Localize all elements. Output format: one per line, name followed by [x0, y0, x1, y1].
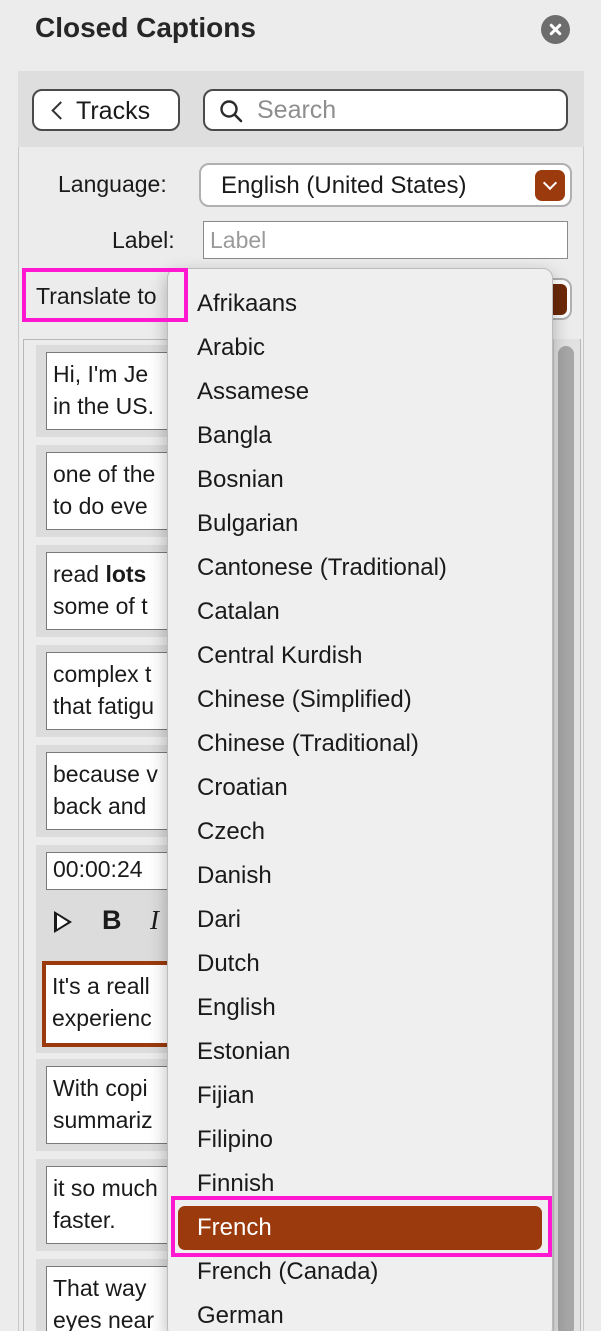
- caption-row[interactable]: Hi, I'm Je in the US.: [36, 345, 246, 437]
- language-option-chinese-traditional[interactable]: Chinese (Traditional): [168, 722, 552, 766]
- search-input[interactable]: [257, 95, 557, 125]
- language-value: English (United States): [221, 172, 467, 199]
- language-option-catalan[interactable]: Catalan: [168, 590, 552, 634]
- caption-time-row[interactable]: 00:00:24 B I: [36, 845, 246, 957]
- caption-row[interactable]: because v back and: [36, 745, 246, 837]
- language-option-dari[interactable]: Dari: [168, 898, 552, 942]
- language-option-afrikaans[interactable]: Afrikaans: [168, 282, 552, 326]
- language-option-arabic[interactable]: Arabic: [168, 326, 552, 370]
- translate-label-highlight: [22, 268, 188, 322]
- caption-row[interactable]: That way eyes near: [36, 1259, 246, 1331]
- language-option-croatian[interactable]: Croatian: [168, 766, 552, 810]
- language-option-bosnian[interactable]: Bosnian: [168, 458, 552, 502]
- language-option-filipino[interactable]: Filipino: [168, 1118, 552, 1162]
- language-option-cantonese-traditional[interactable]: Cantonese (Traditional): [168, 546, 552, 590]
- scrollbar-thumb[interactable]: [558, 346, 574, 1331]
- tracks-button-label: Tracks: [76, 97, 151, 125]
- caption-row[interactable]: one of the to do eve: [36, 445, 246, 537]
- language-option-czech[interactable]: Czech: [168, 810, 552, 854]
- search-icon: [220, 100, 243, 123]
- caption-row[interactable]: read lots some of t: [36, 545, 246, 637]
- language-option-estonian[interactable]: Estonian: [168, 1030, 552, 1074]
- language-option-fijian[interactable]: Fijian: [168, 1074, 552, 1118]
- italic-button[interactable]: I: [150, 905, 159, 936]
- language-option-english[interactable]: English: [168, 986, 552, 1030]
- caption-plain-text: read: [53, 561, 106, 587]
- caption-row[interactable]: complex t that fatigu: [36, 645, 246, 737]
- search-box[interactable]: [203, 89, 568, 131]
- language-option-central-kurdish[interactable]: Central Kurdish: [168, 634, 552, 678]
- caption-row[interactable]: With copi summariz: [36, 1059, 246, 1151]
- bold-button[interactable]: B: [102, 905, 122, 936]
- language-option-danish[interactable]: Danish: [168, 854, 552, 898]
- label-field[interactable]: [203, 221, 568, 259]
- chevron-left-icon: [51, 101, 70, 120]
- caption-bold-text: lots: [105, 561, 147, 587]
- caption-row[interactable]: it so much faster.: [36, 1159, 246, 1251]
- language-select[interactable]: English (United States): [199, 163, 572, 207]
- language-option-german[interactable]: German: [168, 1294, 552, 1331]
- language-option-assamese[interactable]: Assamese: [168, 370, 552, 414]
- play-icon[interactable]: [54, 911, 72, 933]
- language-option-bangla[interactable]: Bangla: [168, 414, 552, 458]
- language-option-chinese-simplified[interactable]: Chinese (Simplified): [168, 678, 552, 722]
- language-option-dutch[interactable]: Dutch: [168, 942, 552, 986]
- panel-title: Closed Captions: [35, 12, 256, 43]
- tracks-back-button[interactable]: Tracks: [32, 89, 180, 131]
- language-dropdown-menu[interactable]: Afrikaans Arabic Assamese Bangla Bosnian…: [167, 268, 553, 1331]
- chevron-down-icon[interactable]: [535, 170, 565, 201]
- close-icon[interactable]: [541, 15, 570, 44]
- language-label: Language:: [58, 171, 167, 197]
- language-option-bulgarian[interactable]: Bulgarian: [168, 502, 552, 546]
- french-option-highlight: [171, 1196, 552, 1257]
- caption-row-active[interactable]: It's a reall experienc: [36, 957, 246, 1053]
- label-label: Label:: [112, 227, 175, 253]
- label-input[interactable]: [210, 226, 550, 254]
